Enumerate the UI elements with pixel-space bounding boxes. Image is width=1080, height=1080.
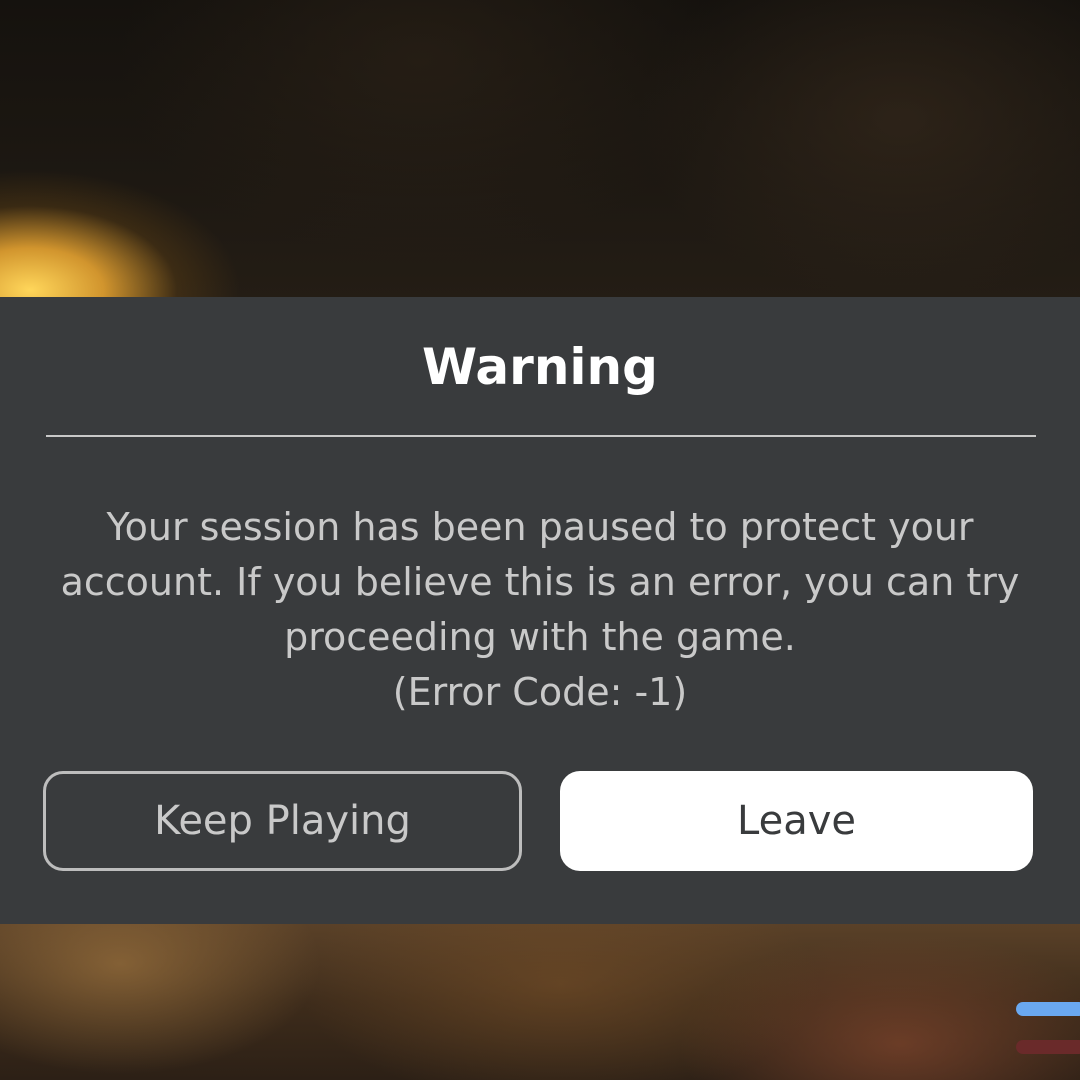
error-code: (Error Code: -1) bbox=[392, 670, 688, 714]
dialog-title: Warning bbox=[422, 338, 658, 396]
game-background-top bbox=[0, 0, 1080, 300]
game-screen: Warning Your session has been paused to … bbox=[0, 0, 1080, 1080]
message-line: proceeding with the game. bbox=[284, 615, 796, 659]
hud-bar-red bbox=[1016, 1040, 1080, 1054]
leave-label: Leave bbox=[737, 798, 856, 844]
title-divider bbox=[46, 435, 1036, 437]
game-background-bottom bbox=[0, 924, 1080, 1080]
dialog-message: Your session has been paused to protect … bbox=[60, 500, 1020, 720]
message-line: account. If you believe this is an error… bbox=[60, 560, 1020, 604]
hud-bar-blue bbox=[1016, 1002, 1080, 1016]
keep-playing-label: Keep Playing bbox=[154, 798, 411, 844]
keep-playing-button[interactable]: Keep Playing bbox=[43, 771, 522, 871]
message-line: Your session has been paused to protect … bbox=[106, 505, 974, 549]
leave-button[interactable]: Leave bbox=[560, 771, 1033, 871]
